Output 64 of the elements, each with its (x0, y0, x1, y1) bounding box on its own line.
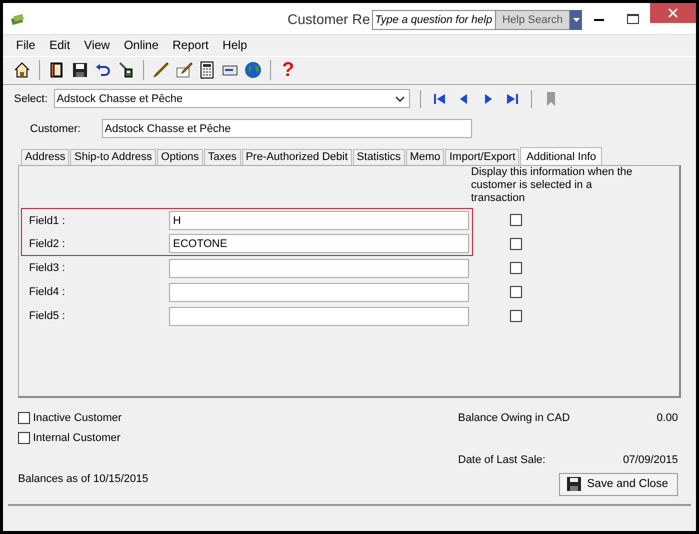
input-field[interactable] (169, 306, 469, 326)
home-icon[interactable] (13, 61, 31, 80)
tab[interactable]: Address (21, 149, 70, 166)
display-note: Display this information when the customer is selected in a transaction (471, 166, 634, 206)
field-label: Field5 : (28, 310, 66, 322)
select-label: Select: (14, 92, 48, 105)
tab[interactable]: Ship-to Address (70, 149, 156, 166)
field-label: Field3 : (28, 262, 66, 274)
save-and-close-button[interactable]: Save and Close (559, 472, 678, 496)
menu-item[interactable]: Edit (42, 38, 78, 52)
close-button[interactable] (650, 3, 696, 23)
menu-item[interactable]: Report (166, 38, 216, 52)
help-icon[interactable]: ? (279, 60, 298, 80)
help-question-field[interactable]: Type a question for help (372, 10, 496, 30)
tab[interactable]: Options (157, 149, 203, 166)
checkbox[interactable] (18, 412, 30, 424)
input-field[interactable] (169, 282, 469, 302)
checkbox[interactable] (18, 432, 30, 444)
tab[interactable]: Pre-Authorized Debit (242, 149, 352, 166)
balance-label: Balance Owing in CAD (458, 412, 570, 424)
maximize-icon (627, 14, 639, 24)
input-field[interactable] (169, 258, 469, 278)
calculator-icon[interactable] (198, 61, 216, 80)
display-checkbox[interactable] (510, 262, 522, 274)
tab[interactable]: Import/Export (445, 149, 520, 166)
customer-name-field[interactable]: Adstock Chasse et Pêche (102, 119, 472, 138)
globe-icon[interactable] (244, 61, 262, 80)
pencil-icon[interactable] (152, 61, 170, 80)
checkbox-label[interactable]: Inactive Customer (33, 412, 122, 424)
chevron-down-icon (394, 96, 405, 102)
display-checkbox[interactable] (510, 310, 522, 322)
display-checkbox[interactable] (510, 238, 522, 250)
caret-icon (572, 18, 580, 22)
window-title: Customer Re (288, 10, 370, 26)
last-sale-value: 07/09/2015 (622, 454, 678, 466)
customer-select[interactable]: Adstock Chasse et Pêche (54, 89, 410, 108)
field-label: Field1 : (28, 214, 66, 227)
balance-value: 0.00 (656, 412, 678, 424)
field-label: Field4 : (28, 286, 66, 298)
input-field[interactable]: ECOTONE (169, 234, 469, 254)
tab[interactable]: Additional Info (520, 147, 602, 166)
edit-note-icon[interactable] (175, 61, 193, 80)
last-sale-label: Date of Last Sale: (458, 454, 546, 466)
help-search-button[interactable]: Help Search (496, 10, 570, 30)
customer-label: Customer: (30, 122, 81, 135)
menu-item[interactable]: Online (116, 38, 166, 52)
first-record-icon[interactable] (432, 92, 447, 106)
tab[interactable]: Memo (406, 149, 444, 166)
field-label: Field2 : (28, 238, 66, 250)
display-checkbox[interactable] (510, 214, 522, 226)
close-icon (668, 8, 678, 18)
menu-item[interactable]: File (9, 38, 42, 52)
tab[interactable]: Taxes (204, 149, 241, 166)
tab[interactable]: Statistics (352, 149, 405, 166)
last-record-icon[interactable] (504, 92, 519, 106)
checkbox-label[interactable]: Internal Customer (33, 432, 120, 444)
save-icon[interactable] (71, 61, 89, 80)
input-field[interactable]: H (169, 211, 469, 230)
menu-item[interactable]: Help (216, 38, 254, 52)
help-dropdown-button[interactable] (570, 10, 582, 30)
menu-item[interactable]: View (77, 38, 117, 52)
balances-date-text: Balances as of 10/15/2015 (18, 472, 150, 485)
save-icon (567, 477, 581, 492)
display-checkbox[interactable] (510, 286, 522, 298)
